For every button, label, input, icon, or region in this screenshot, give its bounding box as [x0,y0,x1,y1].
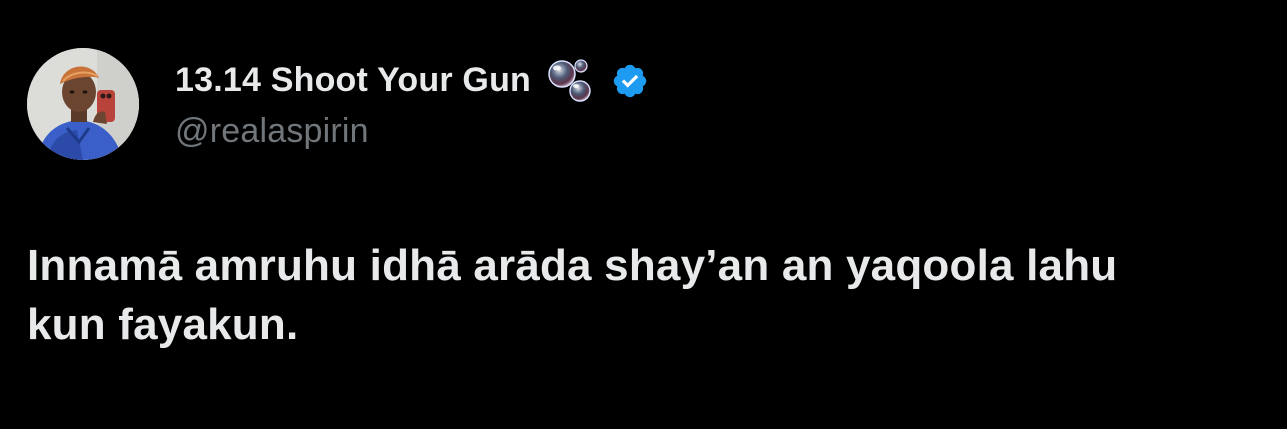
name-row: 13.14 Shoot Your Gun [175,58,649,104]
author-handle[interactable]: @realaspirin [175,112,649,151]
tweet-text-line: kun fayakun. [27,300,299,349]
avatar[interactable] [27,48,139,160]
tweet-card: 13.14 Shoot Your Gun @realaspirin Innamā… [0,0,1287,429]
verified-badge-icon [611,62,649,100]
bubbles-icon [545,57,597,105]
tweet-header: 13.14 Shoot Your Gun @realaspirin [27,48,649,160]
author-identity: 13.14 Shoot Your Gun @realaspirin [175,58,649,151]
avatar-image [27,48,139,160]
tweet-text: Innamā amruhu idhā arāda shay’an an yaqo… [27,236,1257,354]
display-name[interactable]: 13.14 Shoot Your Gun [175,61,531,100]
tweet-text-line: Innamā amruhu idhā arāda shay’an an yaqo… [27,241,1118,290]
